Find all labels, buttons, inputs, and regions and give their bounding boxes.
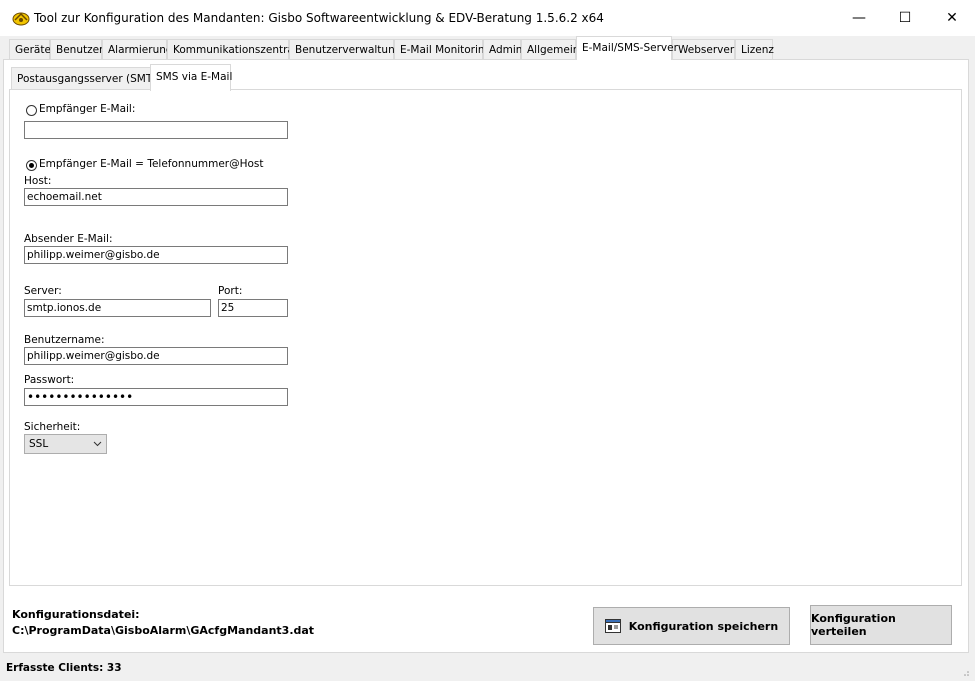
clients-count: Erfasste Clients: 33 [6,662,122,674]
tab-geraete[interactable]: Geräte [9,39,51,59]
resize-grip-icon[interactable] [960,667,970,677]
security-label: Sicherheit: [24,421,81,433]
radio-telefonnummer-host-label: Empfänger E-Mail = Telefonnummer@Host [39,158,264,170]
close-button[interactable]: ✕ [929,0,975,36]
config-file-label: Konfigurationsdatei: [12,608,140,621]
security-select[interactable]: SSL [24,434,107,454]
save-config-label: Konfiguration speichern [628,619,779,633]
app-logo-icon [12,12,30,26]
server-label: Server: [24,285,62,297]
tab-benutzer[interactable]: Benutzer [50,39,103,59]
subtab-smtp[interactable]: Postausgangsserver (SMTP) [11,67,163,89]
radio-empfaenger-email[interactable] [26,105,37,116]
tab-benutzerverwaltung[interactable]: Benutzerverwaltung [289,39,401,59]
save-config-button[interactable]: Konfiguration speichern [593,607,790,645]
maximize-button[interactable]: ☐ [882,0,928,36]
config-file-path: C:\ProgramData\GisboAlarm\GAcfgMandant3.… [12,624,315,637]
password-label: Passwort: [24,374,75,386]
port-input[interactable]: 25 [218,299,288,317]
status-bar: Erfasste Clients: 33 [0,659,975,681]
subtab-sms-via-email[interactable]: SMS via E-Mail [150,64,232,91]
tab-email-monitoring[interactable]: E-Mail Monitoring [394,39,491,59]
title-bar: Tool zur Konfiguration des Mandanten: Gi… [0,0,975,36]
radio-telefonnummer-host[interactable] [26,160,37,171]
sender-email-input[interactable]: philipp.weimer@gisbo.de [24,246,288,264]
tab-email-sms-server[interactable]: E-Mail/SMS-Server [576,36,678,60]
sender-email-label: Absender E-Mail: [24,233,113,245]
empfaenger-email-input[interactable] [24,121,288,139]
distribute-config-button[interactable]: Konfiguration verteilen [810,605,952,645]
tab-kommunikationszentrale[interactable]: Kommunikationszentrale [167,39,303,59]
password-input[interactable]: ••••••••••••••• [24,388,288,406]
tab-admin[interactable]: Admin [483,39,522,59]
tab-lizenz[interactable]: Lizenz [735,39,774,59]
server-input[interactable]: smtp.ionos.de [24,299,211,317]
tab-alarmierung[interactable]: Alarmierung [102,39,173,59]
tab-webserver[interactable]: Webserver [672,39,735,59]
radio-empfaenger-email-label: Empfänger E-Mail: [39,103,136,115]
username-input[interactable]: philipp.weimer@gisbo.de [24,347,288,365]
minimize-button[interactable]: — [836,0,882,36]
port-label: Port: [218,285,243,297]
host-input[interactable]: echoemail.net [24,188,288,206]
save-config-icon [604,619,621,633]
username-label: Benutzername: [24,334,105,346]
chevron-down-icon [93,441,102,447]
security-select-value: SSL [29,438,49,450]
tab-allgemein[interactable]: Allgemein [521,39,579,59]
window-title: Tool zur Konfiguration des Mandanten: Gi… [34,11,604,25]
host-label: Host: [24,175,52,187]
